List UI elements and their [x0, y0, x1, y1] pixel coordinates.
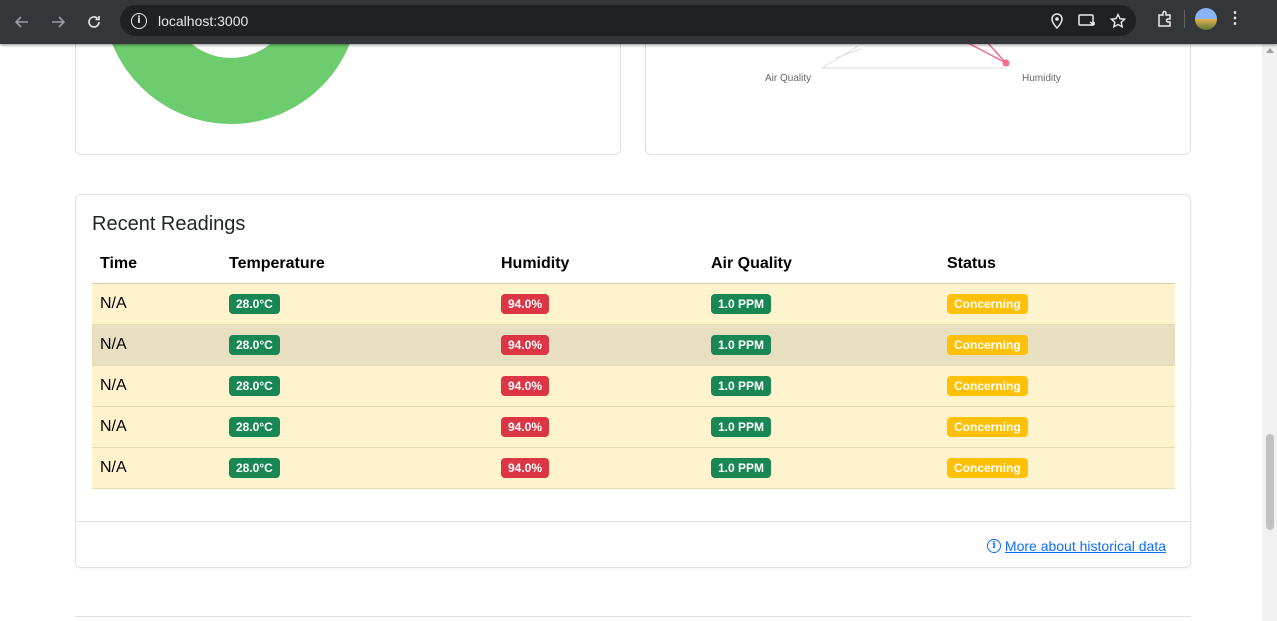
profile-avatar[interactable]: [1195, 8, 1217, 30]
radar-grid-line: [835, 48, 862, 59]
air-quality-badge: 1.0 PPM: [711, 457, 772, 478]
historical-data-link[interactable]: i More about historical data: [986, 538, 1166, 554]
site-info-icon[interactable]: i: [131, 12, 147, 29]
temperature-badge: 28.0°C: [229, 334, 280, 355]
reload-icon: [88, 16, 100, 28]
card-footer: i More about historical data: [76, 521, 1190, 568]
forward-button[interactable]: [40, 4, 76, 40]
url-text[interactable]: localhost:3000: [158, 13, 248, 29]
readings-table: Time Temperature Humidity Air Quality St…: [92, 246, 1175, 489]
toolbar-separator: [1184, 10, 1185, 28]
browser-toolbar: i localhost:3000 ⋮: [0, 0, 1277, 44]
air-quality-badge: 1.0 PPM: [711, 334, 772, 355]
cell-time: N/A: [92, 365, 221, 407]
status-badge: Concerning: [947, 293, 1028, 314]
humidity-badge: 94.0%: [501, 334, 550, 355]
temperature-badge: 28.0°C: [229, 293, 280, 314]
back-button[interactable]: [4, 4, 40, 40]
table-row: N/A 28.0°C 94.0% 1.0 PPM Concerning: [92, 283, 1175, 325]
air-quality-badge: 1.0 PPM: [711, 293, 772, 314]
location-icon[interactable]: [1050, 12, 1064, 29]
status-badge: Concerning: [947, 457, 1028, 478]
status-badge: Concerning: [947, 375, 1028, 396]
humidity-badge: 94.0%: [501, 375, 550, 396]
column-header-air-quality: Air Quality: [703, 246, 939, 284]
status-badge: Concerning: [947, 334, 1028, 355]
reload-button[interactable]: [76, 4, 112, 40]
column-header-humidity: Humidity: [493, 246, 703, 284]
cell-time: N/A: [92, 283, 221, 325]
humidity-badge: 94.0%: [501, 457, 550, 478]
arrow-left-icon: [14, 16, 28, 28]
column-header-temperature: Temperature: [221, 246, 493, 284]
table-row: N/A 28.0°C 94.0% 1.0 PPM Concerning: [92, 447, 1175, 489]
page-scrollbar[interactable]: [1262, 44, 1277, 621]
address-bar[interactable]: i localhost:3000: [120, 5, 1136, 36]
status-badge: Concerning: [947, 416, 1028, 437]
column-header-status: Status: [939, 246, 1175, 284]
install-app-icon[interactable]: [1078, 13, 1096, 29]
humidity-badge: 94.0%: [501, 416, 550, 437]
temperature-badge: 28.0°C: [229, 416, 280, 437]
radar-label-air-quality: Air Quality: [765, 73, 812, 84]
scroll-up-arrow-icon[interactable]: [1266, 48, 1274, 53]
air-quality-badge: 1.0 PPM: [711, 416, 772, 437]
table-row: N/A 28.0°C 94.0% 1.0 PPM Concerning: [92, 365, 1175, 407]
radar-series-line: [985, 40, 1007, 64]
bookmark-star-icon[interactable]: [1110, 12, 1126, 29]
info-circle-icon: i: [986, 539, 1001, 553]
cell-time: N/A: [92, 406, 221, 448]
cell-time: N/A: [92, 447, 221, 489]
recent-readings-card: Recent Readings Time Temperature Humidit…: [75, 194, 1191, 568]
temperature-badge: 28.0°C: [229, 457, 280, 478]
table-row: N/A 28.0°C 94.0% 1.0 PPM Concerning: [92, 406, 1175, 448]
radar-series-line: [967, 42, 1007, 64]
temperature-badge: 28.0°C: [229, 375, 280, 396]
arrow-right-icon: [52, 16, 66, 28]
table-header-row: Time Temperature Humidity Air Quality St…: [92, 246, 1175, 284]
scrollbar-thumb[interactable]: [1266, 434, 1274, 530]
table-row: N/A 28.0°C 94.0% 1.0 PPM Concerning: [92, 324, 1175, 366]
radar-label-humidity: Humidity: [1022, 73, 1061, 84]
radar-point-humidity: [1002, 59, 1010, 67]
cell-time: N/A: [92, 324, 221, 366]
air-quality-badge: 1.0 PPM: [711, 375, 772, 396]
next-section-divider: [75, 616, 1191, 617]
menu-kebab-icon[interactable]: ⋮: [1227, 11, 1243, 27]
historical-data-link-text[interactable]: More about historical data: [1005, 538, 1166, 554]
column-header-time: Time: [92, 246, 221, 284]
humidity-badge: 94.0%: [501, 293, 550, 314]
card-title: Recent Readings: [92, 213, 246, 235]
extensions-icon[interactable]: [1156, 10, 1174, 28]
